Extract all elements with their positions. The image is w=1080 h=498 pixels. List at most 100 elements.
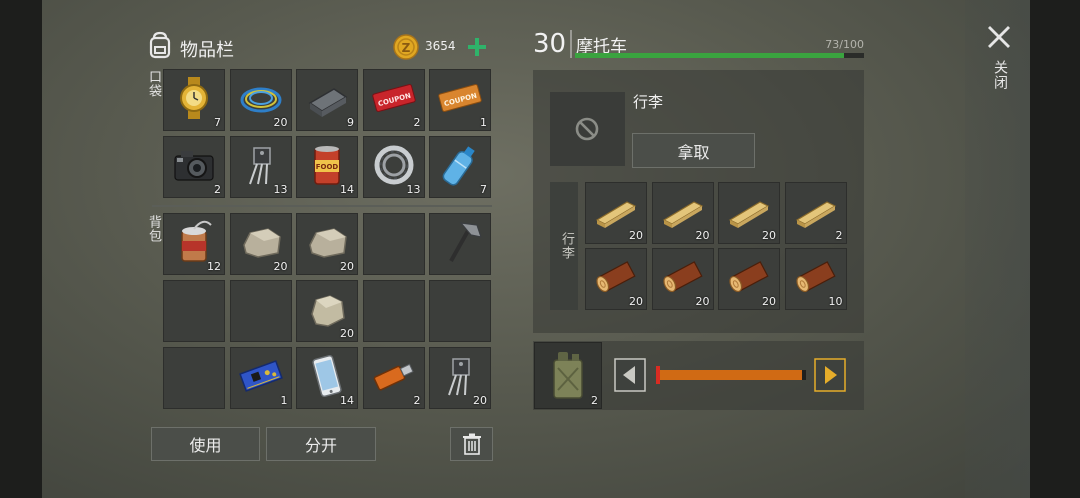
storage-slot[interactable]: 20 (651, 182, 714, 244)
left-arrow-icon (614, 358, 646, 392)
pocket-slot[interactable]: 9 (296, 69, 358, 131)
pocket-slot[interactable]: 7 (163, 69, 225, 131)
trash-button[interactable] (450, 427, 493, 461)
pocket-slot[interactable]: 2 (163, 136, 225, 198)
log-icon (662, 261, 703, 293)
fuel-slider-handle[interactable] (656, 366, 660, 384)
backpack-slot[interactable]: 20 (229, 213, 292, 275)
storage-slot[interactable]: 20 (651, 248, 714, 310)
section-divider (152, 205, 492, 207)
usb-drive-icon (373, 363, 414, 391)
vehicle-hp-fill (575, 53, 844, 58)
item-count: 20 (340, 327, 354, 340)
split-button[interactable]: 分开 (266, 427, 376, 461)
vehicle-level: 30 (533, 29, 567, 59)
pocket-slot[interactable]: 7 (429, 136, 491, 198)
left-bezel (0, 0, 42, 498)
backpack-slot[interactable] (429, 213, 491, 275)
pocket-label: 口袋 (146, 70, 161, 98)
storage-slot[interactable]: 20 (718, 182, 780, 244)
pocket-slot[interactable]: FOOD 14 (296, 136, 358, 198)
fuel-slot[interactable]: 2 (534, 342, 602, 409)
item-count: 9 (347, 116, 354, 129)
backpack-slot[interactable] (362, 213, 425, 275)
circuit-board-icon (238, 360, 283, 392)
backpack-slot[interactable] (429, 280, 491, 342)
log-icon (795, 261, 836, 293)
plank-icon (795, 201, 836, 228)
plank-icon (728, 201, 770, 228)
backpack-label: 背包 (146, 215, 161, 243)
take-button[interactable]: 拿取 (632, 133, 755, 168)
backpack-slot[interactable]: 1 (229, 347, 292, 409)
backpack-slot[interactable]: 12 (163, 213, 225, 275)
pocket-slot[interactable]: 13 (229, 136, 292, 198)
backpack-slot[interactable]: 20 (296, 280, 358, 342)
metal-ingot-icon (308, 88, 348, 117)
storage-slot[interactable]: 20 (585, 182, 647, 244)
backpack-slot[interactable]: 14 (296, 347, 358, 409)
vehicle-hp-text: 73/100 (825, 38, 864, 51)
fuel-slider-track[interactable] (656, 370, 806, 380)
item-count: 2 (413, 394, 421, 407)
pocket-slot[interactable]: COUPON 2 (362, 69, 425, 131)
camera-icon (174, 151, 214, 181)
item-count: 20 (629, 295, 643, 308)
item-count: 7 (480, 183, 487, 196)
close-button[interactable] (986, 24, 1012, 50)
transistor-icon (448, 358, 470, 396)
trunk-icon-slot (550, 92, 625, 166)
item-count: 2 (835, 229, 843, 242)
fuel-increase-button[interactable] (814, 358, 846, 392)
add-coins-button[interactable] (466, 34, 488, 60)
pocket-slot[interactable]: COUPON 1 (429, 69, 491, 131)
wristwatch-icon (180, 77, 208, 119)
plank-icon (662, 201, 703, 228)
storage-slot[interactable]: 20 (585, 248, 647, 310)
use-button[interactable]: 使用 (151, 427, 260, 461)
pocket-slot[interactable]: 20 (229, 69, 292, 131)
pocket-slot[interactable]: 13 (362, 136, 425, 198)
item-count: 20 (762, 229, 776, 242)
item-count: 7 (214, 116, 221, 129)
item-count: 2 (413, 116, 421, 129)
item-count: 20 (762, 295, 776, 308)
backpack-slot[interactable]: 2 (362, 347, 425, 409)
backpack-slot[interactable]: 20 (429, 347, 491, 409)
prohibited-icon (575, 117, 599, 141)
item-count: 20 (340, 260, 354, 273)
backpack-slot[interactable] (163, 347, 225, 409)
transistor-icon (248, 147, 271, 185)
item-count: 20 (273, 260, 288, 273)
stone-icon (242, 228, 281, 258)
vehicle-hp-bar (575, 53, 864, 58)
orange-coupon-icon: COUPON (438, 84, 482, 112)
backpack-slot[interactable] (163, 280, 225, 342)
item-count: 10 (828, 295, 843, 308)
close-icon (988, 26, 1010, 48)
fuel-slider-fill (656, 370, 802, 380)
backpack-slot[interactable]: 20 (296, 213, 358, 275)
header-separator (570, 30, 572, 58)
backpack-slot[interactable] (362, 280, 425, 342)
storage-slot[interactable]: 2 (784, 182, 847, 244)
item-count: 1 (280, 394, 288, 407)
log-icon (596, 261, 636, 293)
close-label[interactable]: 关闭 (990, 60, 1010, 90)
item-count: 20 (629, 229, 643, 242)
storage-slot[interactable]: 10 (784, 248, 847, 310)
item-count: 2 (214, 183, 221, 196)
backpack-icon (145, 30, 175, 60)
open-can-icon (181, 220, 212, 262)
smartphone-icon (312, 354, 342, 398)
red-coupon-icon: COUPON (371, 84, 416, 112)
item-count: 20 (473, 394, 487, 407)
item-count: 12 (207, 260, 221, 273)
log-icon (729, 261, 769, 293)
trunk-title: 行李 (633, 93, 664, 111)
backpack-slot[interactable] (229, 280, 292, 342)
fuel-decrease-button[interactable] (614, 358, 646, 392)
item-count: 20 (695, 229, 710, 242)
item-count: 20 (695, 295, 710, 308)
storage-slot[interactable]: 20 (718, 248, 780, 310)
